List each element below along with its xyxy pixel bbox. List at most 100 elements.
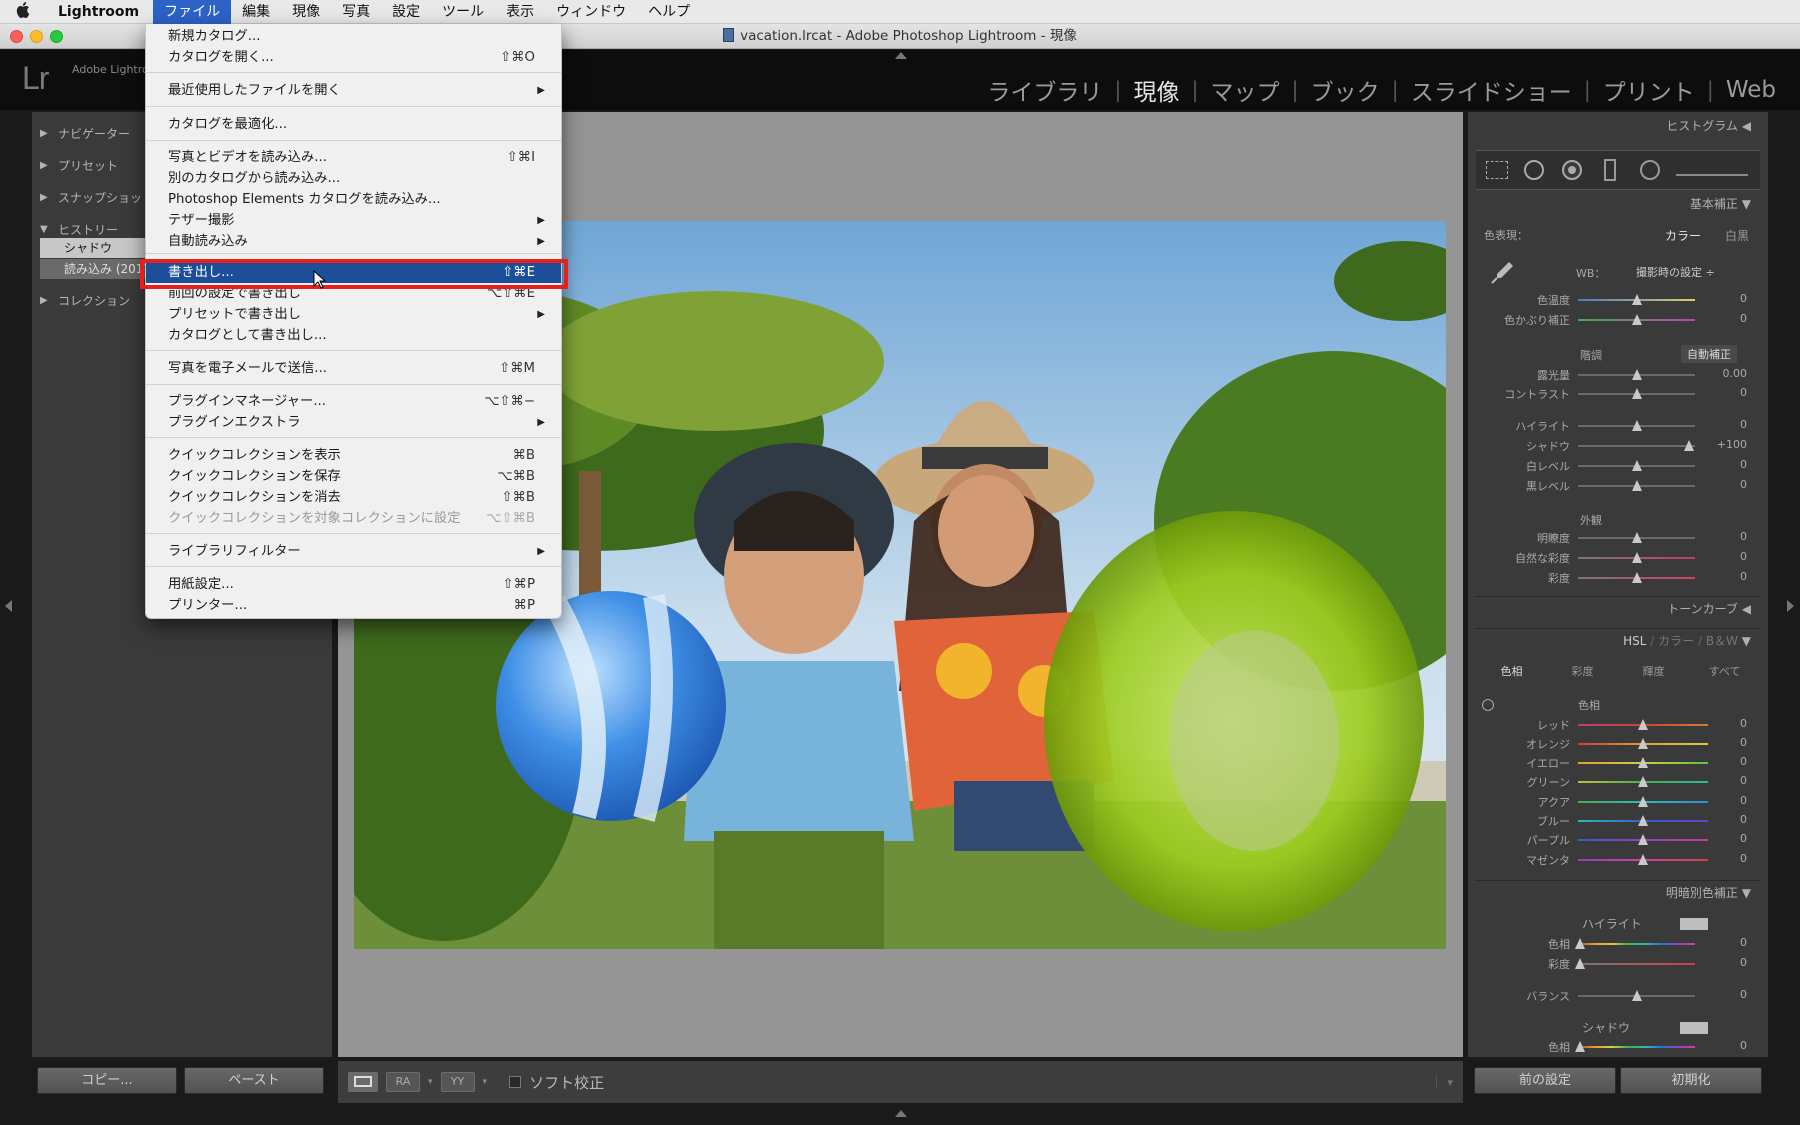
module-print[interactable]: プリント — [1603, 73, 1695, 107]
slider-thumb[interactable] — [1631, 572, 1642, 583]
module-library[interactable]: ライブラリ — [987, 73, 1102, 107]
history-header[interactable]: ▼ ヒストリー — [40, 219, 118, 239]
slider-thumb[interactable] — [1631, 294, 1642, 305]
loupe-view-icon[interactable] — [348, 1072, 378, 1092]
file-menu-item[interactable]: 新規カタログ... — [146, 27, 561, 47]
dropdown-arrow-icon[interactable]: ▾ — [483, 1077, 488, 1087]
slider-value[interactable]: 0 — [1697, 570, 1747, 583]
slider-thumb[interactable] — [1631, 314, 1642, 325]
history-item[interactable]: シャドウ — [40, 238, 160, 258]
hsl-hue-tab[interactable]: 色相 — [1476, 663, 1547, 679]
file-menu-item[interactable]: 写真とビデオを読み込み... ⇧⌘I — [146, 148, 561, 168]
zoom-window-button[interactable] — [50, 30, 63, 43]
slider-value[interactable]: 0 — [1697, 852, 1747, 865]
slider-value[interactable]: +100 — [1697, 438, 1747, 451]
hsl-header[interactable]: HSL / カラー / B＆W ▼ — [1475, 628, 1761, 652]
adjust-slider[interactable]: ブルー 0 — [1476, 813, 1760, 829]
file-menu-item[interactable]: クイックコレクションを保存 ⌥⌘B — [146, 467, 561, 487]
previous-settings-button[interactable]: 前の設定 — [1474, 1067, 1616, 1094]
file-menu-item[interactable]: 写真を電子メールで送信... ⇧⌘M — [146, 359, 561, 379]
adjust-slider[interactable]: レッド 0 — [1476, 717, 1760, 733]
slider-thumb[interactable] — [1638, 719, 1648, 730]
adjust-slider[interactable]: グリーン 0 — [1476, 774, 1760, 790]
adjust-slider[interactable]: アクア 0 — [1476, 794, 1760, 810]
slider-value[interactable]: 0 — [1697, 832, 1747, 845]
split-toning-header[interactable]: 明暗別色補正 ▼ — [1475, 880, 1761, 904]
slider-thumb[interactable] — [1631, 460, 1642, 471]
menu-develop[interactable]: 現像 — [281, 0, 331, 24]
menu-lightroom[interactable]: Lightroom — [46, 0, 153, 24]
menu-photo[interactable]: 写真 — [331, 0, 381, 24]
highlight-color-swatch[interactable] — [1680, 918, 1708, 930]
menu-file[interactable]: ファイル — [153, 0, 232, 24]
hsl-luminance-tab[interactable]: 輝度 — [1618, 663, 1689, 679]
tone-curve-header[interactable]: トーンカーブ ◀ — [1475, 596, 1761, 620]
before-after-tb-button[interactable]: YY — [440, 1072, 475, 1092]
navigator-header[interactable]: ▶ ナビゲーター — [40, 123, 130, 143]
right-panel-toggle-icon[interactable] — [1787, 600, 1794, 612]
menu-edit[interactable]: 編集 — [231, 0, 281, 24]
slider-thumb[interactable] — [1638, 796, 1648, 807]
slider-thumb[interactable] — [1638, 738, 1648, 749]
slider-thumb[interactable] — [1638, 815, 1648, 826]
left-panel-toggle-icon[interactable] — [5, 600, 12, 612]
adjust-slider[interactable]: コントラスト 0 — [1476, 386, 1760, 402]
file-menu-item[interactable]: プラグインエクストラ ▶ — [146, 413, 561, 433]
adjustment-brush-icon[interactable] — [1676, 164, 1748, 176]
slider-thumb[interactable] — [1631, 388, 1642, 399]
slider-value[interactable]: 0 — [1697, 418, 1747, 431]
menu-tools[interactable]: ツール — [431, 0, 495, 24]
bottom-panel-toggle-icon[interactable] — [895, 1110, 907, 1117]
file-menu-item[interactable]: カタログを開く... ⇧⌘O — [146, 48, 561, 68]
file-menu-item[interactable]: ライブラリフィルター ▶ — [146, 542, 561, 562]
soft-proof-checkbox[interactable] — [509, 1076, 522, 1088]
basic-header[interactable]: 基本補正 ▼ — [1475, 192, 1761, 216]
slider-thumb[interactable] — [1631, 480, 1642, 491]
module-develop[interactable]: 現像 — [1133, 73, 1179, 107]
file-menu-item[interactable]: プリセットで書き出し ▶ — [146, 305, 561, 325]
adjust-slider[interactable]: 明瞭度 0 — [1476, 530, 1760, 546]
adjust-slider[interactable]: 自然な彩度 0 — [1476, 550, 1760, 566]
file-menu-item[interactable]: プリンター... ⌘P — [146, 596, 561, 616]
before-after-lr-button[interactable]: RA — [386, 1072, 420, 1092]
reset-button[interactable]: 初期化 — [1620, 1067, 1762, 1094]
slider-thumb[interactable] — [1631, 420, 1642, 431]
shadow-color-swatch[interactable] — [1680, 1022, 1708, 1034]
slider-value[interactable]: 0 — [1697, 717, 1747, 730]
file-menu-item[interactable]: 自動読み込み ▶ — [146, 232, 561, 252]
slider-value[interactable]: 0 — [1697, 386, 1747, 399]
module-map[interactable]: マップ — [1211, 73, 1280, 107]
adjust-slider[interactable]: 色相 0 — [1476, 1039, 1760, 1055]
file-menu-item[interactable]: クイックコレクションを表示 ⌘B — [146, 446, 561, 466]
slider-track[interactable] — [1578, 1046, 1695, 1048]
adjust-slider[interactable]: オレンジ 0 — [1476, 736, 1760, 752]
adjust-slider[interactable]: 色温度 0 — [1476, 292, 1760, 308]
histogram-header[interactable]: ヒストグラム ◀ — [1475, 114, 1761, 138]
red-eye-icon[interactable] — [1562, 160, 1582, 180]
slider-value[interactable]: 0 — [1697, 956, 1747, 969]
slider-thumb[interactable] — [1638, 834, 1648, 845]
slider-value[interactable]: 0 — [1697, 988, 1747, 1001]
paste-button[interactable]: ペースト — [184, 1067, 324, 1094]
slider-thumb[interactable] — [1638, 776, 1648, 787]
treatment-bw-button[interactable]: 白黒 — [1725, 227, 1749, 244]
adjust-slider[interactable]: 彩度 0 — [1476, 956, 1760, 972]
adjust-slider[interactable]: パープル 0 — [1476, 832, 1760, 848]
slider-thumb[interactable] — [1575, 958, 1586, 969]
crop-tool-icon[interactable] — [1486, 161, 1508, 179]
slider-thumb[interactable] — [1631, 369, 1642, 380]
wb-eyedropper-icon[interactable] — [1487, 258, 1517, 288]
collections-header[interactable]: ▶ コレクション — [40, 290, 130, 310]
slider-value[interactable]: 0 — [1697, 755, 1747, 768]
toolbar-menu-icon[interactable]: ▾ — [1436, 1075, 1453, 1089]
file-menu-item[interactable]: クイックコレクションを消去 ⇧⌘B — [146, 488, 561, 508]
close-window-button[interactable] — [10, 30, 23, 43]
file-menu-item[interactable]: 最近使用したファイルを開く ▶ — [146, 81, 561, 101]
file-menu-item[interactable]: カタログとして書き出し... — [146, 326, 561, 346]
targeted-adjust-icon[interactable] — [1482, 699, 1494, 711]
slider-value[interactable]: 0 — [1697, 794, 1747, 807]
apple-icon[interactable] — [0, 1, 46, 22]
wb-select[interactable]: 撮影時の設定 ÷ — [1636, 264, 1715, 280]
slider-value[interactable]: 0 — [1697, 292, 1747, 305]
slider-value[interactable]: 0 — [1697, 813, 1747, 826]
